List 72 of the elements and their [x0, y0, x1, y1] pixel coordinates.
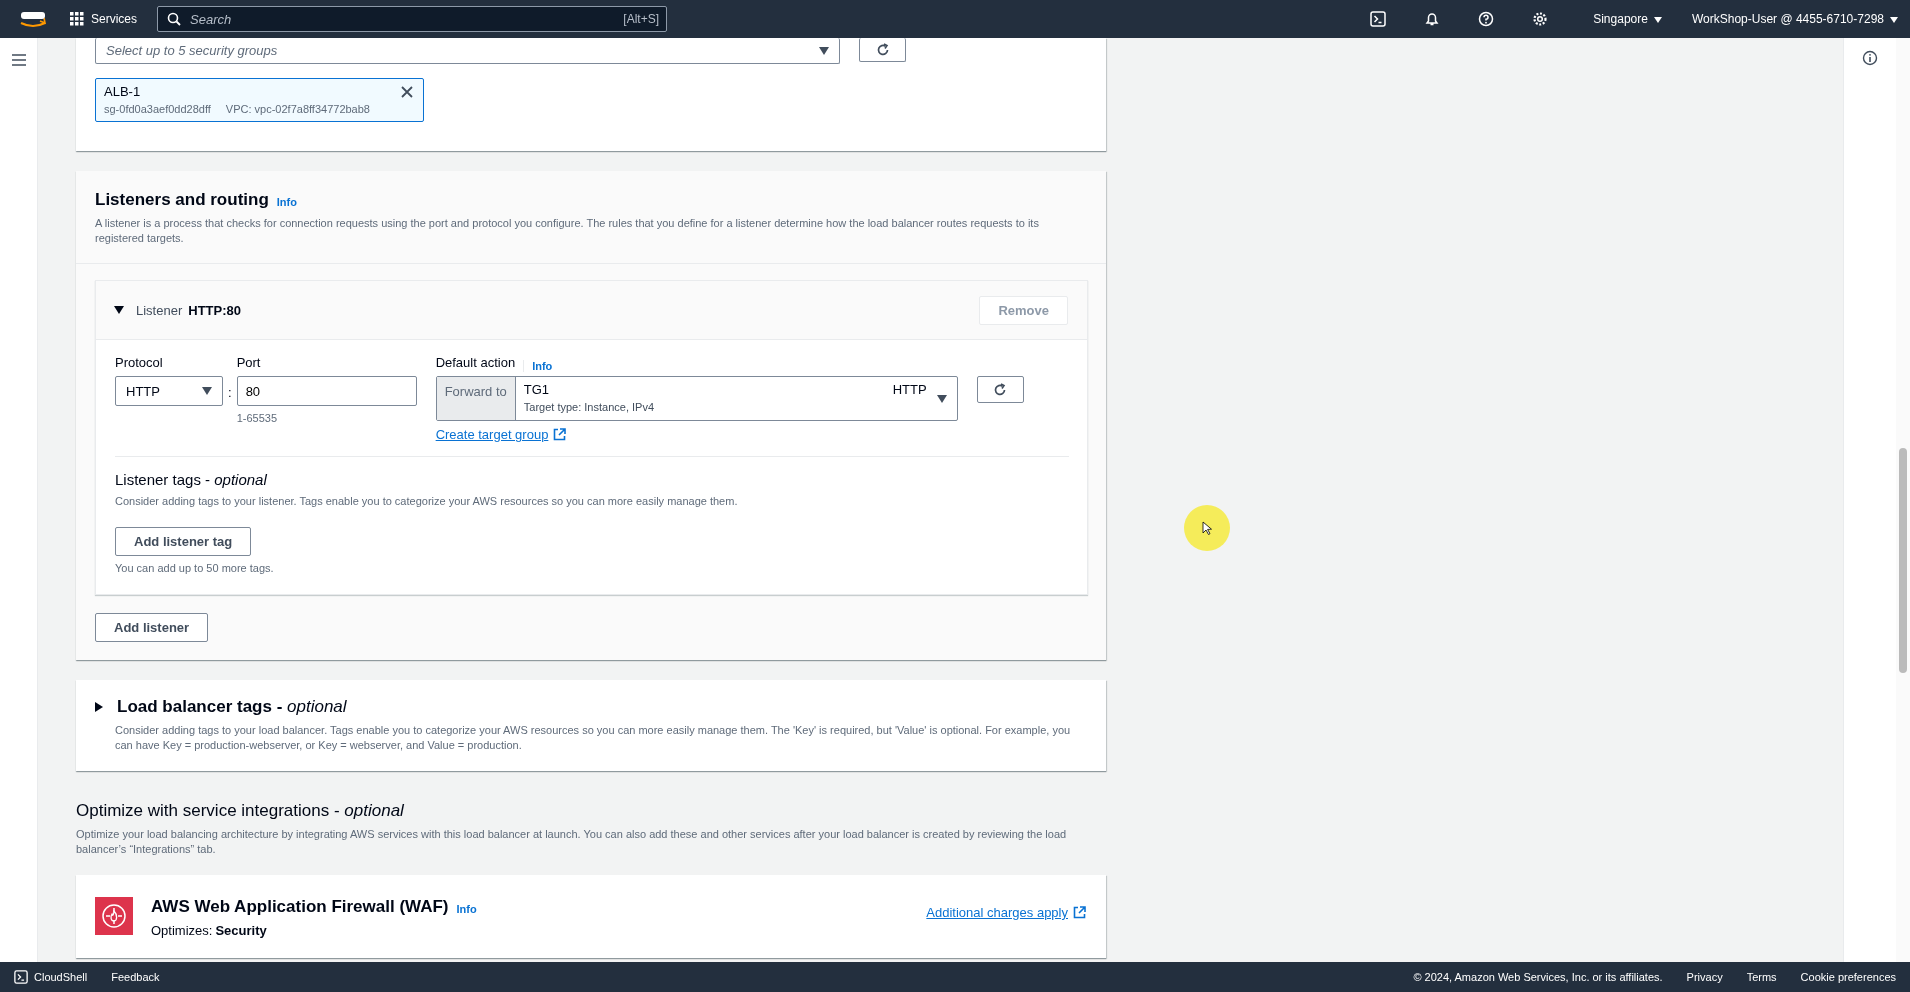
section-title: Optimize with service integrations - optional: [76, 801, 405, 821]
section-title: Listeners and routing: [95, 190, 269, 210]
additional-charges-link[interactable]: Additional charges apply: [926, 905, 1086, 920]
section-description: Consider adding tags to your load balancer. Tags enable you to categorize your AWS resources so you can more easily manage them. The 'Key' is required, but 'Value' is optional. For example, you can have Key = production-webserver, or Key = webserver, and Value = production.: [115, 723, 1072, 753]
separator-text: :: [228, 385, 232, 400]
shortcut-hint: [Alt+S]: [623, 12, 659, 26]
caret-icon: [819, 46, 829, 55]
create-target-group-link[interactable]: Create target group: [435, 427, 567, 442]
terminal-icon: [14, 970, 28, 984]
help-icon[interactable]: [1478, 11, 1495, 27]
expand-toggle-icon[interactable]: [95, 702, 103, 712]
caret-icon: [202, 387, 212, 395]
section-description: Optimize your load balancing architecture by integrating AWS services with this load balancer at launch. You can also add these and other services after your load balancer is created by reviewing the load balancer’s “Integrations” tab.: [76, 827, 1068, 857]
shield-flame-icon: [95, 897, 133, 935]
service-title: AWS Web Application Firewall (WAF): [151, 897, 449, 917]
port-input[interactable]: 80: [236, 376, 417, 406]
add-listener-button[interactable]: Add listener: [95, 613, 209, 642]
listener-label: Listener: [136, 302, 183, 318]
account-menu[interactable]: WorkShop-User @ 4455-6710-7298: [1691, 12, 1898, 26]
footer-link[interactable]: Cookie preferences: [1800, 971, 1896, 983]
optimizes-value: Security: [215, 923, 267, 938]
listener-tags-title: Listener tags - optional: [115, 471, 268, 488]
external-link-icon: [553, 428, 567, 441]
token-name: ALB-1: [104, 84, 142, 99]
refresh-icon: [993, 382, 1008, 397]
terminal-icon[interactable]: [1370, 11, 1387, 27]
settings-icon[interactable]: [1532, 11, 1549, 27]
region-menu[interactable]: Singapore: [1593, 12, 1662, 26]
caret-icon: [936, 395, 947, 403]
target-group-select[interactable]: Forward to TG1 HTTP Target type: Instance, IPv4: [435, 376, 958, 421]
listener-name: HTTP:80: [188, 302, 241, 318]
target-name: TG1: [523, 382, 550, 397]
cloudshell-link[interactable]: CloudShell: [14, 970, 88, 984]
services-button[interactable]: Services: [70, 12, 145, 26]
info-link[interactable]: Info: [276, 195, 297, 208]
cloud-logo-icon[interactable]: [18, 10, 48, 28]
footer-link[interactable]: Terms: [1746, 971, 1777, 983]
target-detail: Target type: Instance, IPv4: [523, 401, 655, 413]
field-label: Default action: [435, 355, 516, 370]
section-title: Load balancer tags - optional: [117, 697, 347, 717]
info-link[interactable]: Info: [523, 359, 553, 372]
refresh-icon: [875, 42, 890, 57]
feedback-link[interactable]: Feedback: [111, 971, 160, 983]
field-label: Port: [236, 355, 262, 370]
bell-icon[interactable]: [1424, 11, 1441, 27]
tags-limit-hint: You can add up to 50 more tags.: [115, 562, 275, 574]
footer-link[interactable]: Privacy: [1686, 971, 1723, 983]
security-groups-select[interactable]: Select up to 5 security groups: [95, 38, 840, 64]
token-id: sg-0fd0a3aef0dd28dff: [104, 103, 211, 115]
token-vpc: VPC: vpc-02f7a8ff34772bab8: [225, 103, 370, 115]
cursor-highlight-icon: [1184, 505, 1230, 551]
info-link[interactable]: Info: [456, 902, 477, 915]
info-icon[interactable]: [1862, 50, 1878, 66]
menu-icon[interactable]: [11, 54, 26, 66]
protocol-select[interactable]: HTTP: [115, 376, 223, 406]
port-hint: 1-65535: [236, 412, 278, 424]
search-icon: [167, 12, 181, 26]
forward-to-label: Forward to: [436, 377, 516, 420]
scrollbar[interactable]: [1896, 38, 1910, 962]
refresh-button[interactable]: [859, 38, 906, 62]
optimizes-label: Optimizes:: [151, 923, 213, 938]
external-link-icon: [1073, 906, 1086, 919]
close-icon[interactable]: [401, 86, 413, 98]
target-protocol: HTTP: [892, 382, 927, 397]
expand-toggle-icon[interactable]: [114, 306, 124, 314]
copyright-text: © 2024, Amazon Web Services, Inc. or its affiliates.: [1413, 971, 1663, 983]
add-listener-tag-button[interactable]: Add listener tag: [115, 527, 252, 556]
listener-tags-description: Consider adding tags to your listener. Tags enable you to categorize your AWS resources so you can more easily manage them.: [115, 494, 739, 509]
section-description: A listener is a process that checks for connection requests using the port and protocol you configure. The rules that you define for a listener determine how the load balancer routes requests to its registered targets.: [95, 216, 1040, 246]
grid-icon: [70, 12, 84, 26]
field-label: Protocol: [115, 355, 164, 370]
refresh-button[interactable]: [976, 376, 1024, 403]
